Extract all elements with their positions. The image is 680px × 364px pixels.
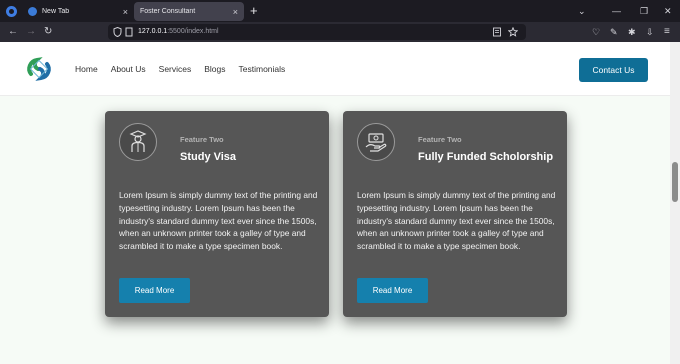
graduate-icon <box>119 123 157 161</box>
page-scrollbar[interactable] <box>670 42 680 364</box>
read-more-button[interactable]: Read More <box>357 278 428 303</box>
new-tab-button[interactable]: + <box>250 3 258 19</box>
pocket-icon[interactable]: ♡ <box>592 24 600 40</box>
page-scrollbar-thumb[interactable] <box>672 162 678 202</box>
feature-card-study-visa: Feature Two Study Visa Lorem Ipsum is si… <box>105 111 329 317</box>
card-title: Fully Funded Scholorship <box>418 151 554 163</box>
shield-icon[interactable] <box>113 27 122 37</box>
tools-icon[interactable]: ✎ <box>610 24 618 40</box>
feature-card-scholarship: Feature Two Fully Funded Scholorship Lor… <box>343 111 567 317</box>
nav-link-home[interactable]: Home <box>75 64 98 74</box>
tab-close-icon[interactable]: × <box>123 7 128 17</box>
nav-link-services[interactable]: Services <box>159 64 192 74</box>
back-icon[interactable]: ← <box>8 24 18 40</box>
list-tabs-icon[interactable]: ⌄ <box>578 3 586 19</box>
firefox-icon <box>28 7 37 16</box>
card-kicker: Feature Two <box>418 135 462 144</box>
money-hand-icon <box>357 123 395 161</box>
tab-close-icon[interactable]: × <box>233 7 238 17</box>
browser-nav-bar: ← → ↻ 127.0.0.1:5500/index.html ♡ ✎ ✱ ⇩ … <box>0 22 680 42</box>
reload-icon[interactable]: ↻ <box>44 24 52 40</box>
nav-link-blogs[interactable]: Blogs <box>204 64 225 74</box>
nav-link-testimonials[interactable]: Testimonials <box>239 64 286 74</box>
contact-us-button[interactable]: Contact Us <box>579 58 648 82</box>
card-body-text: Lorem Ipsum is simply dummy text of the … <box>357 190 556 252</box>
tab-foster-consultant[interactable]: Foster Consultant × <box>134 2 244 21</box>
minimize-icon[interactable]: — <box>612 3 621 19</box>
card-body-text: Lorem Ipsum is simply dummy text of the … <box>119 190 318 252</box>
reader-view-icon[interactable] <box>492 27 502 37</box>
firefox-view-icon[interactable] <box>3 3 19 19</box>
main-menu: Home About Us Services Blogs Testimonial… <box>75 42 298 96</box>
forward-icon[interactable]: → <box>26 24 36 40</box>
browser-tab-bar: New Tab × Foster Consultant × + ⌄ — ❐ ✕ <box>0 0 680 22</box>
bookmark-star-icon[interactable] <box>508 27 518 37</box>
site-header: Home About Us Services Blogs Testimonial… <box>0 42 670 96</box>
downloads-icon[interactable]: ⇩ <box>646 24 654 40</box>
read-more-button[interactable]: Read More <box>119 278 190 303</box>
card-kicker: Feature Two <box>180 135 224 144</box>
address-bar[interactable]: 127.0.0.1:5500/index.html <box>108 24 526 40</box>
extensions-icon[interactable]: ✱ <box>628 24 636 40</box>
brand-logo[interactable] <box>24 54 54 84</box>
page-icon[interactable] <box>125 27 133 37</box>
tab-new-tab[interactable]: New Tab × <box>22 2 134 21</box>
card-title: Study Visa <box>180 151 237 163</box>
menu-icon[interactable]: ≡ <box>664 24 670 40</box>
url-text: 127.0.0.1:5500/index.html <box>138 28 219 35</box>
tab-title: Foster Consultant <box>140 8 196 15</box>
maximize-icon[interactable]: ❐ <box>640 3 648 19</box>
close-window-icon[interactable]: ✕ <box>664 3 672 19</box>
tab-title: New Tab <box>42 8 70 15</box>
nav-link-about[interactable]: About Us <box>111 64 146 74</box>
